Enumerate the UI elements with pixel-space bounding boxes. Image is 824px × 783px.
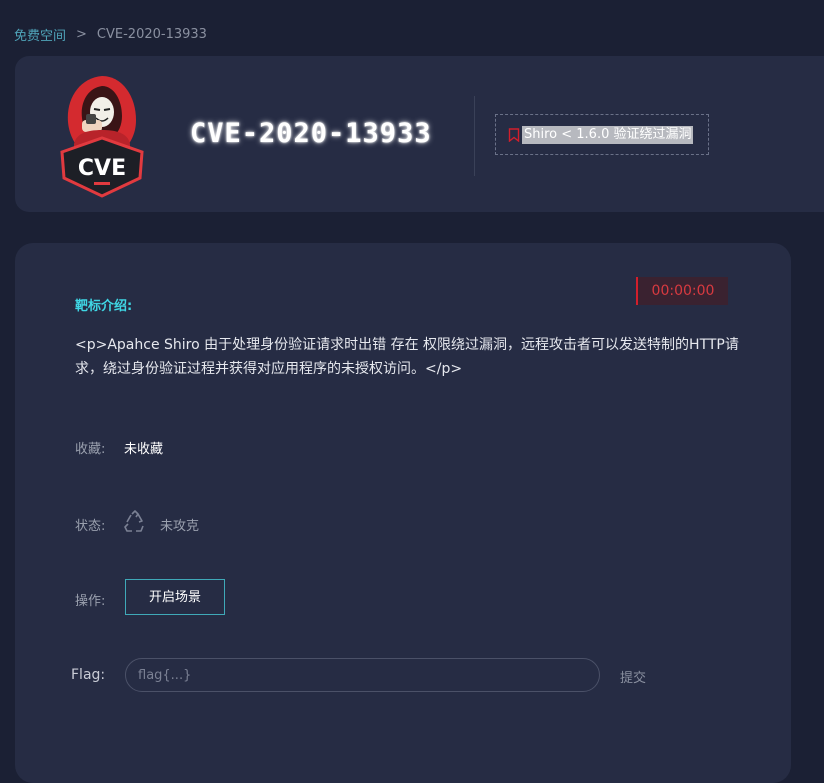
- action-label: 操作:: [75, 594, 106, 609]
- vulnerability-tag: Shiro < 1.6.0 验证绕过漏洞: [495, 114, 709, 155]
- submit-button[interactable]: 提交: [620, 667, 646, 686]
- flag-label: Flag:: [71, 667, 106, 683]
- bookmark-icon: [508, 128, 520, 142]
- chevron-right-icon: >: [76, 26, 87, 42]
- favorite-label: 收藏:: [75, 442, 106, 457]
- cve-logo: CVE: [60, 76, 144, 198]
- flag-input[interactable]: [125, 658, 600, 692]
- status-label: 状态:: [75, 519, 106, 534]
- recycle-icon: [124, 510, 144, 532]
- target-description: <p>Apahce Shiro 由于处理身份验证请求时出错 存在 权限绕过漏洞，…: [75, 337, 739, 377]
- breadcrumb-link-free-space[interactable]: 免费空间: [14, 25, 66, 44]
- page-title: CVE-2020-13933: [190, 118, 432, 149]
- intro-label: 靶标介绍:: [75, 299, 133, 314]
- breadcrumb-current: CVE-2020-13933: [96, 26, 207, 42]
- tag-label: Shiro < 1.6.0 验证绕过漏洞: [522, 126, 694, 144]
- logo-text: CVE: [78, 156, 126, 181]
- breadcrumb: 免费空间 > CVE-2020-13933: [14, 24, 207, 44]
- start-scenario-button[interactable]: 开启场景: [125, 579, 225, 615]
- countdown-timer: 00:00:00: [636, 277, 728, 305]
- favorite-value[interactable]: 未收藏: [124, 438, 163, 457]
- status-value: 未攻克: [160, 519, 200, 534]
- divider: [474, 96, 475, 176]
